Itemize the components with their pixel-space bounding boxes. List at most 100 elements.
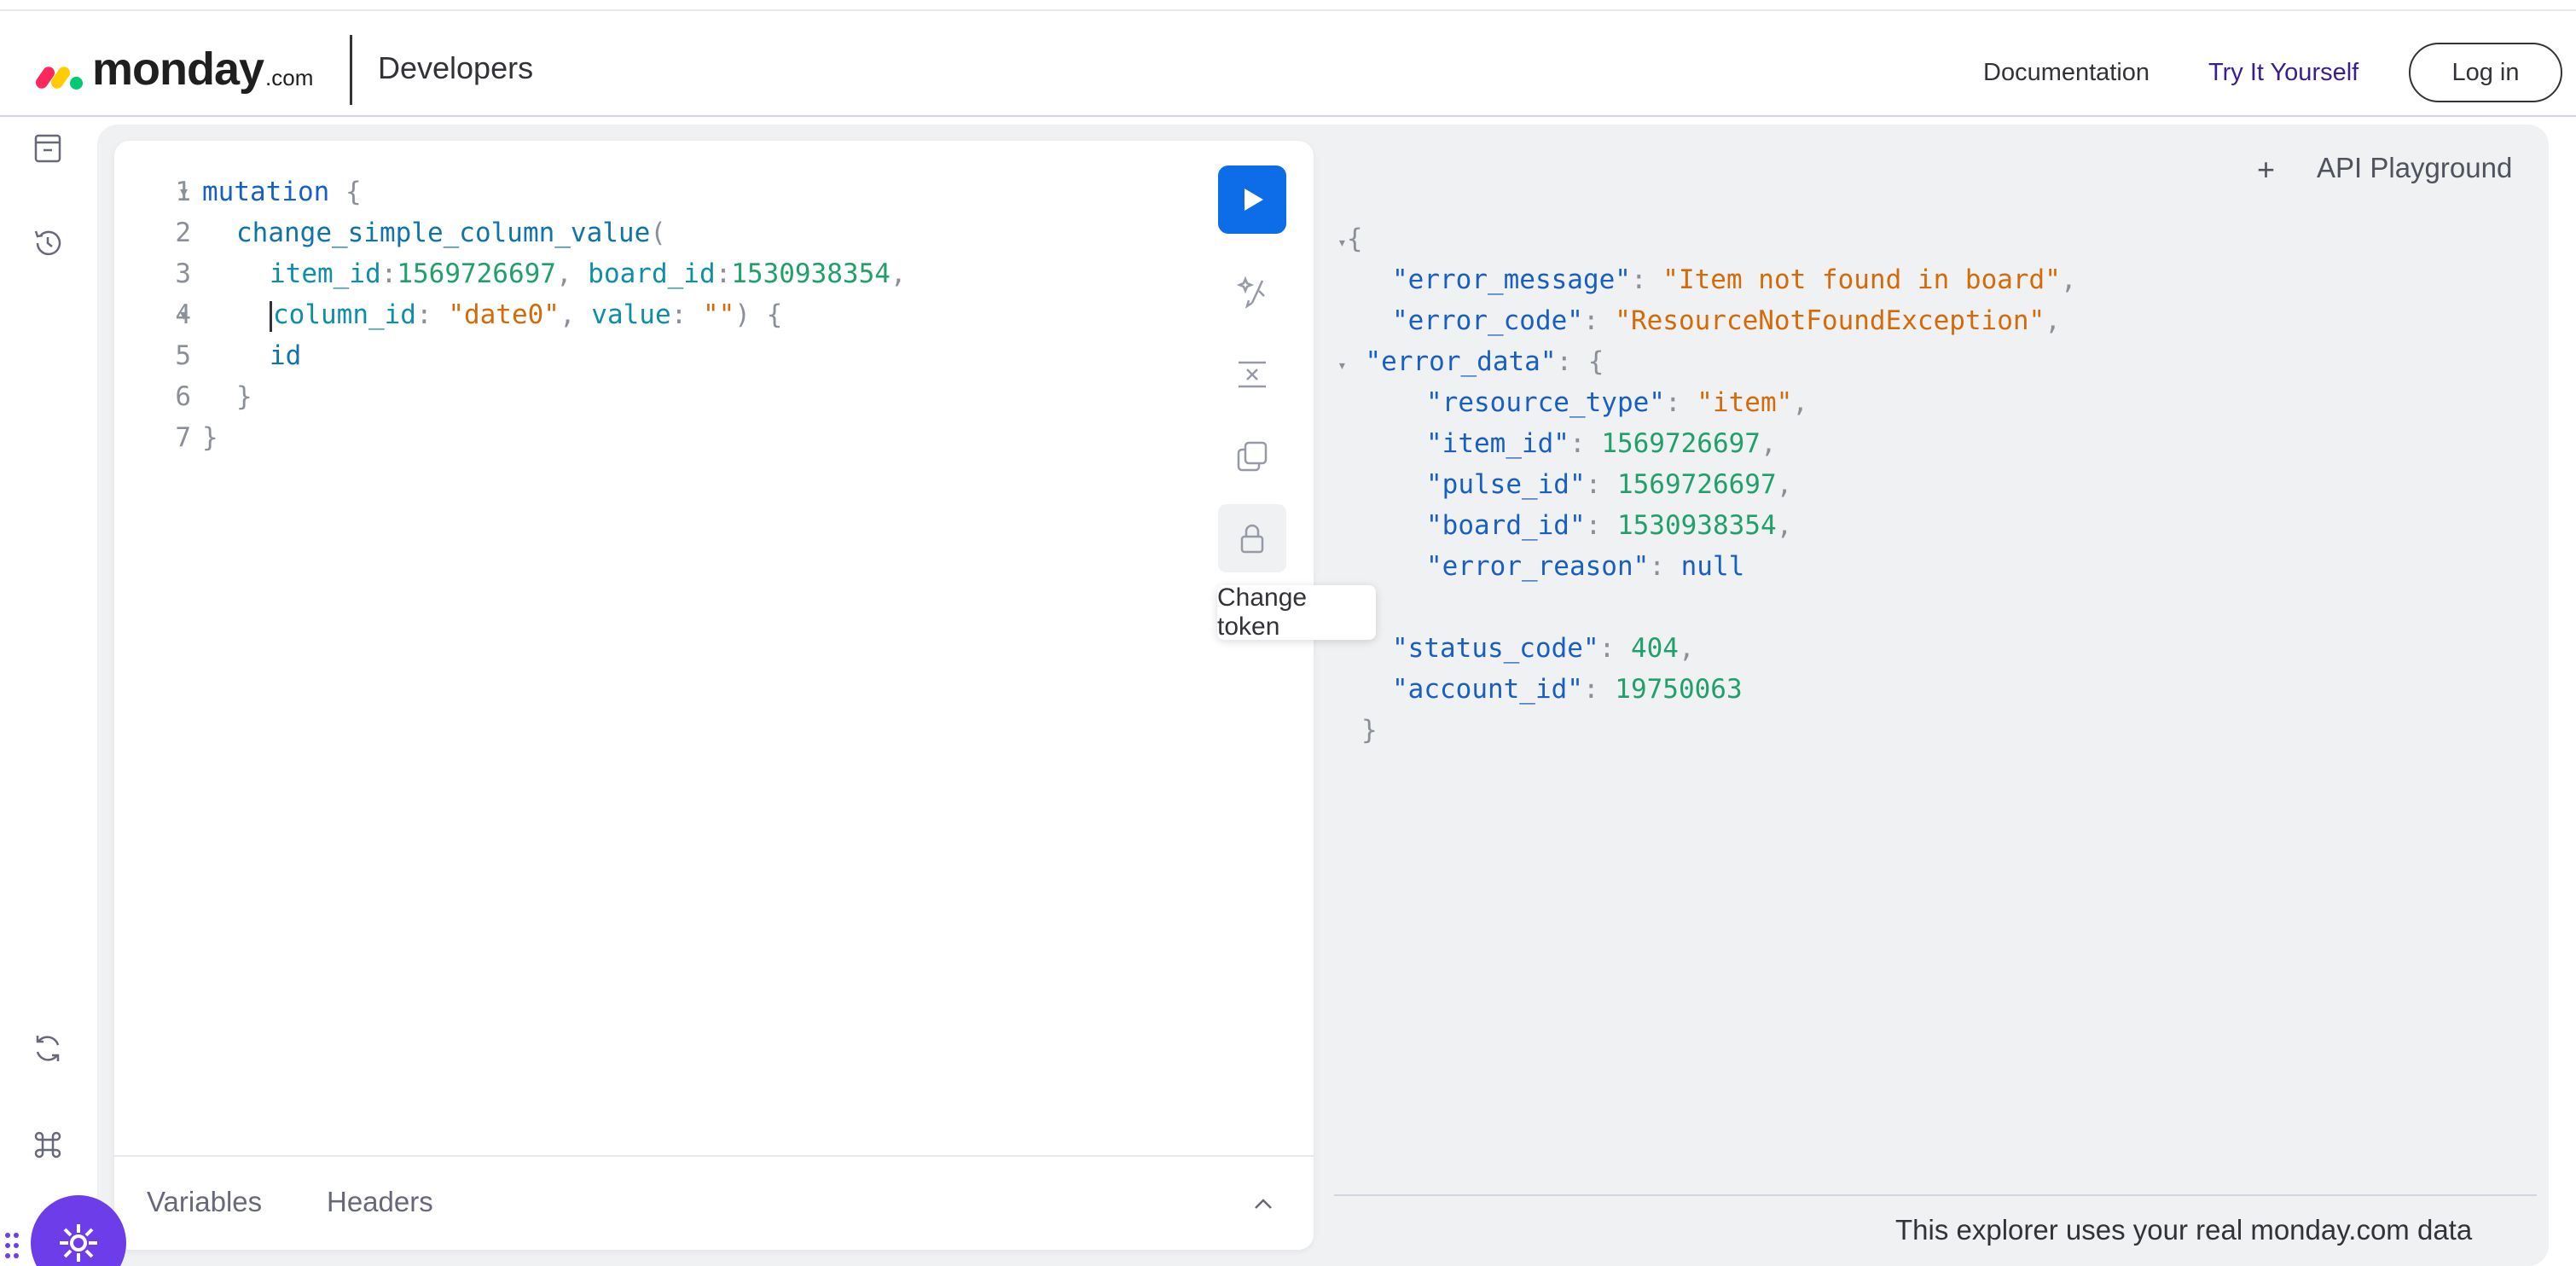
- drag-handle-icon[interactable]: [3, 1228, 20, 1263]
- response-divider: [1334, 1194, 2537, 1196]
- response-line: ▾{: [1337, 218, 1363, 259]
- fold-toggle[interactable]: ▾: [180, 294, 197, 335]
- play-icon: [1244, 189, 1263, 211]
- code-number: 1530938354: [731, 258, 891, 289]
- code-string: "": [702, 299, 735, 330]
- code-number: 1569726697: [397, 258, 556, 289]
- text-cursor: [270, 300, 272, 332]
- code-arg: column_id: [273, 299, 416, 330]
- json-string: "item": [1697, 387, 1793, 418]
- lock-icon: [1240, 524, 1264, 554]
- login-button[interactable]: Log in: [2409, 43, 2562, 102]
- response-line: "error_reason": null: [1426, 551, 1745, 582]
- change-token-button[interactable]: [1218, 504, 1286, 572]
- json-number: 1530938354: [1616, 510, 1777, 541]
- code-line: column_id: "date0", value: "") {: [270, 294, 782, 335]
- code-line: }: [202, 417, 218, 458]
- response-line: "board_id": 1530938354,: [1426, 510, 1793, 541]
- code-punctuation: }: [202, 422, 218, 453]
- code-arg: board_id: [588, 258, 716, 289]
- site-header: monday .com Developers Documentation Try…: [0, 11, 2576, 117]
- json-key: "board_id": [1426, 510, 1586, 541]
- code-field: id: [270, 340, 302, 371]
- fold-toggle[interactable]: ▾: [1337, 234, 1347, 252]
- json-key: "status_code": [1392, 633, 1599, 664]
- response-line: }: [1361, 710, 1378, 751]
- json-number: 19750063: [1615, 674, 1743, 705]
- json-key: "resource_type": [1426, 387, 1665, 418]
- response-line: "status_code": 404,: [1392, 633, 1695, 664]
- line-number: 2: [175, 218, 191, 248]
- page: { "header": { "logo_word": "monday", "lo…: [0, 0, 2576, 1266]
- tab-headers[interactable]: Headers: [327, 1186, 433, 1218]
- code-arg: item_id: [270, 258, 381, 289]
- merge-fragments-icon: [1239, 361, 1266, 388]
- code-line: }: [236, 376, 252, 417]
- copy-icon: [1237, 441, 1268, 472]
- fold-toggle[interactable]: ▾: [1337, 357, 1366, 375]
- command-icon[interactable]: [29, 1126, 67, 1164]
- monday-logo[interactable]: monday .com: [33, 44, 314, 95]
- code-line: id: [270, 335, 301, 376]
- response-line: "item_id": 1569726697,: [1426, 428, 1777, 459]
- code-line: item_id:1569726697, board_id:1530938354,: [270, 258, 907, 289]
- json-key: "error_code": [1392, 305, 1583, 336]
- json-key: "account_id": [1392, 674, 1583, 705]
- code-string: "date0": [448, 299, 560, 330]
- tooltip-change-token: Change token: [1217, 584, 1376, 641]
- nav-try-it-yourself[interactable]: Try It Yourself: [2208, 59, 2358, 87]
- response-line: ▾ "error_data": {: [1337, 346, 1604, 377]
- refresh-icon[interactable]: [29, 1030, 67, 1067]
- tab-variables[interactable]: Variables: [147, 1186, 262, 1218]
- code-line: change_simple_column_value(: [236, 212, 666, 253]
- footer-note: This explorer uses your real monday.com …: [1895, 1214, 2473, 1246]
- response-line: "error_message": "Item not found in boar…: [1392, 264, 2077, 295]
- code-punctuation: ) {: [734, 299, 783, 330]
- json-string: "ResourceNotFoundException": [1615, 305, 2045, 336]
- nav-documentation[interactable]: Documentation: [1983, 59, 2150, 87]
- json-number: 1569726697: [1616, 469, 1777, 500]
- json-string: "Item not found in board": [1662, 264, 2061, 295]
- response-line: "account_id": 19750063: [1392, 674, 1743, 705]
- query-editor[interactable]: 1 ▾ 2 3 4 ▾ 5 6 7 mutation { change_simp…: [114, 141, 1314, 1250]
- code-keyword: mutation: [202, 177, 330, 207]
- logo-suffix: .com: [265, 65, 314, 90]
- prettify-icon: [1236, 276, 1265, 309]
- plus-icon[interactable]: +: [2257, 152, 2275, 188]
- json-key: "item_id": [1426, 428, 1569, 459]
- merge-fragments-button[interactable]: [1218, 340, 1286, 409]
- line-number: 5: [175, 340, 191, 371]
- json-key: "error_reason": [1426, 551, 1650, 582]
- run-query-button[interactable]: [1218, 166, 1286, 234]
- json-brace: }: [1361, 715, 1378, 746]
- api-playground-title[interactable]: API Playground: [2317, 152, 2512, 184]
- monday-logo-mark: [33, 55, 84, 91]
- logo-divider: [350, 35, 352, 105]
- chevron-up-icon[interactable]: [1249, 1189, 1278, 1218]
- line-number: 7: [175, 422, 191, 453]
- code-punctuation: (: [650, 218, 666, 248]
- docs-icon[interactable]: [29, 130, 67, 167]
- json-number: 404: [1630, 633, 1679, 664]
- browser-top-strip: [0, 0, 2576, 11]
- json-brace: {: [1346, 224, 1363, 254]
- section-title: Developers: [378, 50, 534, 85]
- history-icon[interactable]: [29, 224, 67, 262]
- line-number: 3: [175, 258, 191, 289]
- code-punctuation: {: [329, 177, 362, 207]
- code-field: change_simple_column_value: [236, 218, 651, 248]
- response-line: "error_code": "ResourceNotFoundException…: [1392, 305, 2061, 336]
- code-arg: value: [591, 299, 671, 330]
- prettify-button[interactable]: [1218, 258, 1286, 327]
- code-punctuation: }: [236, 381, 252, 412]
- response-line: "resource_type": "item",: [1426, 387, 1808, 418]
- line-number: 6: [175, 381, 191, 412]
- editor-bottom-bar: Variables Headers: [114, 1155, 1314, 1250]
- json-number: 1569726697: [1601, 428, 1761, 459]
- json-key: "error_data": [1365, 346, 1557, 377]
- copy-button[interactable]: [1218, 422, 1286, 491]
- logo-word: monday: [92, 44, 264, 95]
- response-line: "pulse_id": 1569726697,: [1426, 469, 1793, 500]
- code-line: mutation {: [202, 171, 362, 212]
- fold-toggle[interactable]: ▾: [180, 171, 197, 212]
